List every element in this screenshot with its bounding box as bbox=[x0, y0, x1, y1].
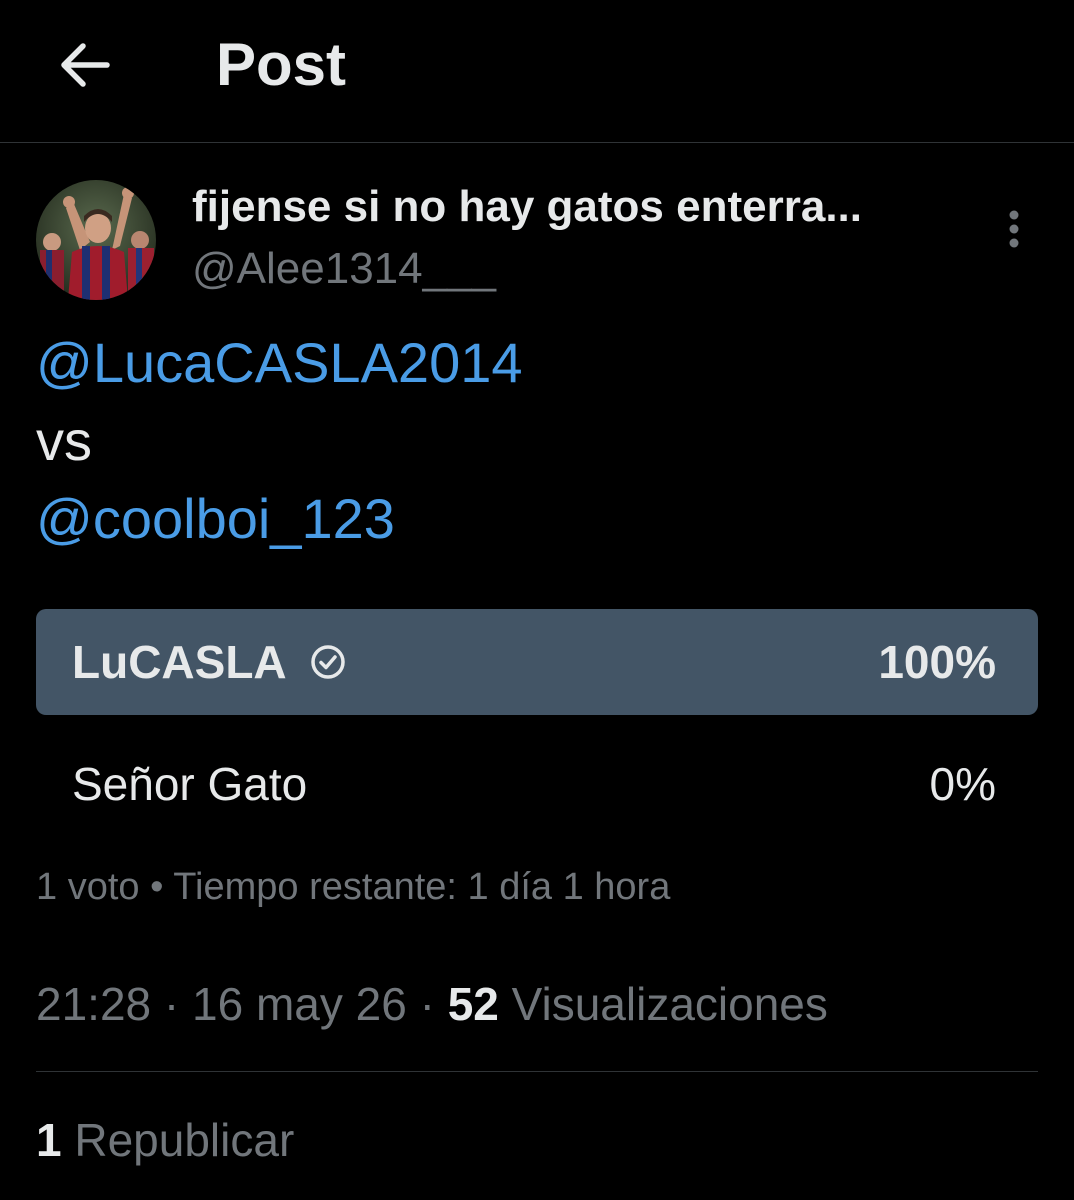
back-button[interactable] bbox=[50, 30, 120, 100]
poll-option-label-row: Señor Gato bbox=[72, 731, 307, 837]
more-vertical-icon bbox=[1009, 210, 1019, 248]
top-bar: Post bbox=[0, 0, 1074, 143]
reposts-stat[interactable]: 1 Republicar bbox=[36, 1110, 294, 1170]
avatar-photo bbox=[36, 180, 156, 300]
check-circle-icon bbox=[309, 643, 347, 681]
reposts-label: Republicar bbox=[74, 1114, 295, 1166]
more-options-button[interactable] bbox=[994, 204, 1034, 254]
post-text: vs bbox=[36, 409, 92, 472]
author-display-name[interactable]: fijense si no hay gatos enterra... bbox=[192, 178, 972, 236]
divider bbox=[36, 1071, 1038, 1072]
post-timestamp-row: 21:28 · 16 may 26 · 52 Visualizaciones bbox=[36, 974, 828, 1034]
mention-link[interactable]: @coolboi_123 bbox=[36, 484, 395, 554]
post-date[interactable]: 16 may 26 bbox=[192, 978, 407, 1030]
post-time[interactable]: 21:28 bbox=[36, 978, 151, 1030]
views-count: 52 bbox=[447, 978, 499, 1030]
arrow-left-icon bbox=[61, 43, 110, 87]
page-title: Post bbox=[216, 31, 347, 98]
poll-option-percent: 0% bbox=[929, 758, 996, 810]
poll-option-percent: 100% bbox=[878, 636, 996, 688]
mention-link[interactable]: @LucaCASLA2014 bbox=[36, 328, 523, 398]
reposts-count: 1 bbox=[36, 1114, 62, 1166]
poll-option-label-row: LuCASLA bbox=[72, 609, 347, 715]
poll-option-label: Señor Gato bbox=[72, 758, 308, 810]
author-handle[interactable]: @Alee1314___ bbox=[192, 240, 496, 298]
poll-option[interactable]: LuCASLA 100% bbox=[36, 609, 1038, 715]
views-label: Visualizaciones bbox=[511, 978, 828, 1030]
poll-meta: 1 voto • Tiempo restante: 1 día 1 hora bbox=[36, 866, 671, 908]
avatar[interactable] bbox=[36, 180, 156, 300]
poll-option-label: LuCASLA bbox=[72, 636, 287, 688]
separator: · bbox=[419, 978, 435, 1030]
poll-option[interactable]: Señor Gato 0% bbox=[36, 731, 1038, 837]
separator: · bbox=[163, 978, 180, 1030]
